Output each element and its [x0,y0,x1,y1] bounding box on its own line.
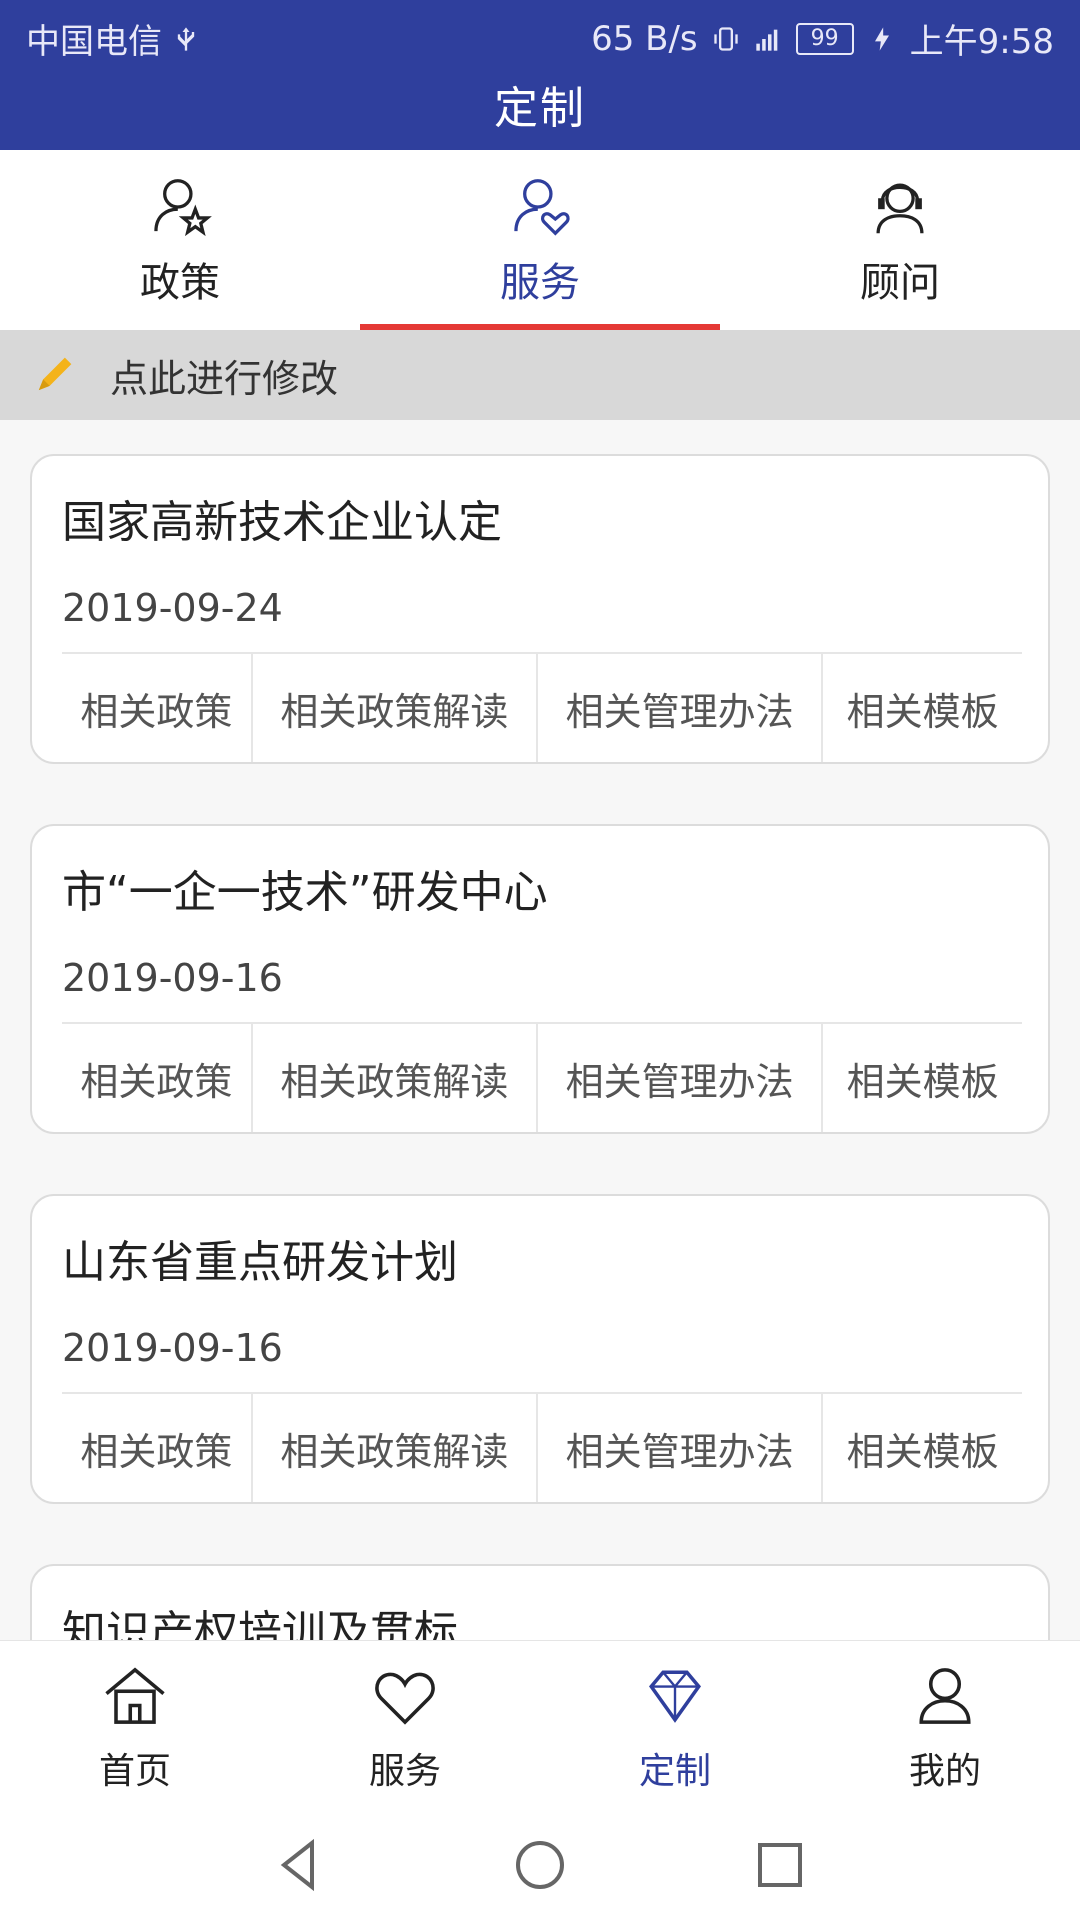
nav-label: 服务 [368,1751,441,1792]
tab-consultant[interactable]: 顾问 [720,150,1080,330]
service-card[interactable]: 国家高新技术企业认定 2019-09-24 相关政策 相关政策解读 相关管理办法… [30,454,1050,764]
carrier: 中国电信 [26,22,162,62]
tab-policy[interactable]: 政策 [0,150,360,330]
page-title: 定制 [494,83,586,134]
net-speed: 65 B/s [591,18,698,59]
status-left: 中国电信 [26,14,200,63]
link-related-policy-interpretation[interactable]: 相关政策解读 [253,1394,539,1502]
user-heart-icon [514,179,570,236]
tab-label: 顾问 [860,260,940,306]
tab-bar: 政策 服务 顾问 [0,150,1080,331]
signal-icon [755,29,777,51]
link-related-templates[interactable]: 相关模板 [823,1024,1022,1132]
clock: 上午9:58 [909,22,1054,62]
link-related-management-rules[interactable]: 相关管理办法 [538,1394,824,1502]
link-related-templates[interactable]: 相关模板 [823,654,1022,762]
pencil-icon [38,357,72,391]
link-related-policy-interpretation[interactable]: 相关政策解读 [253,654,539,762]
nav-me[interactable]: 我的 [810,1641,1080,1811]
card-date: 2019-09-16 [62,1326,283,1370]
link-related-templates[interactable]: 相关模板 [823,1394,1022,1502]
battery-indicator: 99 [795,22,854,55]
link-related-management-rules[interactable]: 相关管理办法 [538,654,824,762]
back-icon[interactable] [270,1835,330,1895]
nav-customize[interactable]: 定制 [540,1641,810,1811]
status-right: 65 B/s 99 上午9:58 [591,14,1054,63]
home-circle-icon[interactable] [510,1835,570,1895]
link-related-policy[interactable]: 相关政策 [62,1394,253,1502]
modify-label: 点此进行修改 [110,356,339,401]
card-title: 知识产权培训及贯标 [62,1607,458,1640]
user-icon [919,1668,971,1724]
vibrate-icon [713,26,738,51]
link-related-management-rules[interactable]: 相关管理办法 [538,1024,824,1132]
user-star-icon [154,179,212,237]
link-related-policy[interactable]: 相关政策 [62,654,253,762]
nav-home[interactable]: 首页 [0,1641,270,1811]
diamond-icon [649,1670,701,1723]
status-bar: 中国电信 65 B/s 99 上午9:58 [0,0,1080,72]
nav-label: 我的 [908,1751,981,1792]
card-title: 山东省重点研发计划 [62,1237,458,1288]
recents-icon[interactable] [750,1835,810,1895]
usb-icon [177,26,195,51]
tab-label: 政策 [140,260,220,306]
card-date: 2019-09-16 [62,956,283,1000]
header: 中国电信 65 B/s 99 上午9:58 定制 [0,0,1080,150]
card-date: 2019-09-24 [62,586,283,630]
card-list: 国家高新技术企业认定 2019-09-24 相关政策 相关政策解读 相关管理办法… [0,420,1080,1640]
link-related-policy-interpretation[interactable]: 相关政策解读 [253,1024,539,1132]
headset-user-icon [876,183,924,234]
card-links: 相关政策 相关政策解读 相关管理办法 相关模板 [62,654,1022,762]
nav-service[interactable]: 服务 [270,1641,540,1811]
card-links: 相关政策 相关政策解读 相关管理办法 相关模板 [62,1394,1022,1502]
service-card[interactable]: 知识产权培训及贯标 [30,1564,1050,1640]
tab-label: 服务 [500,260,580,306]
card-title: 国家高新技术企业认定 [62,497,502,548]
service-card[interactable]: 市“一企一技术”研发中心 2019-09-16 相关政策 相关政策解读 相关管理… [30,824,1050,1134]
service-card[interactable]: 山东省重点研发计划 2019-09-16 相关政策 相关政策解读 相关管理办法 … [30,1194,1050,1504]
tab-service[interactable]: 服务 [360,150,720,330]
system-nav-bar [0,1810,1080,1920]
card-links: 相关政策 相关政策解读 相关管理办法 相关模板 [62,1024,1022,1132]
heart-icon [375,1672,435,1725]
home-icon [105,1667,165,1724]
modify-bar[interactable]: 点此进行修改 [0,330,1080,420]
nav-label: 首页 [98,1751,171,1792]
link-related-policy[interactable]: 相关政策 [62,1024,253,1132]
nav-label: 定制 [638,1751,711,1792]
charging-icon [874,26,889,51]
bottom-nav: 首页 服务 定制 我的 [0,1640,1080,1811]
card-title: 市“一企一技术”研发中心 [62,867,548,918]
